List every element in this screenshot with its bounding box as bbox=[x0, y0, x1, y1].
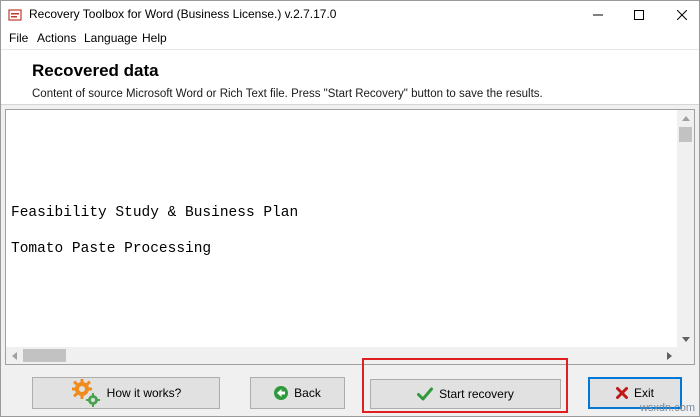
horizontal-scroll-thumb[interactable] bbox=[23, 349, 66, 362]
vertical-scrollbar[interactable] bbox=[677, 110, 694, 348]
scroll-up-arrow-icon[interactable] bbox=[677, 110, 694, 127]
watermark: wsxdn.com bbox=[639, 402, 695, 414]
menu-language[interactable]: Language bbox=[83, 31, 138, 45]
page-header: Recovered data Content of source Microso… bbox=[1, 49, 699, 105]
minimize-button[interactable] bbox=[575, 1, 621, 29]
horizontal-scrollbar[interactable] bbox=[6, 347, 678, 364]
scroll-corner bbox=[677, 347, 694, 364]
document-preview[interactable]: Feasibility Study & Business Plan Tomato… bbox=[5, 109, 695, 365]
back-label: Back bbox=[294, 386, 321, 400]
scroll-left-arrow-icon[interactable] bbox=[6, 347, 23, 364]
document-line: Feasibility Study & Business Plan bbox=[11, 205, 299, 221]
gears-icon bbox=[71, 378, 101, 408]
back-arrow-icon bbox=[274, 386, 289, 400]
menu-actions[interactable]: Actions bbox=[36, 31, 77, 45]
maximize-icon bbox=[634, 10, 644, 20]
page-title: Recovered data bbox=[32, 61, 159, 80]
document-line: Tomato Paste Processing bbox=[11, 241, 212, 257]
app-window: Recovery Toolbox for Word (Business Lice… bbox=[0, 0, 700, 417]
minimize-icon bbox=[593, 10, 603, 20]
exit-label: Exit bbox=[633, 386, 654, 400]
vertical-scroll-thumb[interactable] bbox=[679, 127, 692, 142]
window-title: Recovery Toolbox for Word (Business Lice… bbox=[29, 7, 337, 21]
menu-file[interactable]: File bbox=[8, 31, 29, 45]
how-it-works-button[interactable]: How it works? bbox=[32, 377, 220, 409]
app-icon[interactable] bbox=[8, 8, 22, 22]
scroll-right-arrow-icon[interactable] bbox=[661, 347, 678, 364]
x-icon bbox=[615, 387, 628, 399]
how-it-works-label: How it works? bbox=[106, 386, 182, 400]
menu-bar: File Actions Language Help bbox=[1, 29, 699, 49]
maximize-button[interactable] bbox=[616, 1, 662, 29]
page-subtitle: Content of source Microsoft Word or Rich… bbox=[32, 88, 543, 100]
title-bar: Recovery Toolbox for Word (Business Lice… bbox=[1, 1, 699, 29]
scroll-down-arrow-icon[interactable] bbox=[677, 331, 694, 348]
menu-help[interactable]: Help bbox=[141, 31, 168, 45]
back-button[interactable]: Back bbox=[250, 377, 345, 409]
close-button[interactable] bbox=[659, 1, 699, 29]
document-content[interactable]: Feasibility Study & Business Plan Tomato… bbox=[6, 110, 678, 348]
highlight-annotation bbox=[362, 358, 568, 413]
close-icon bbox=[677, 10, 687, 20]
